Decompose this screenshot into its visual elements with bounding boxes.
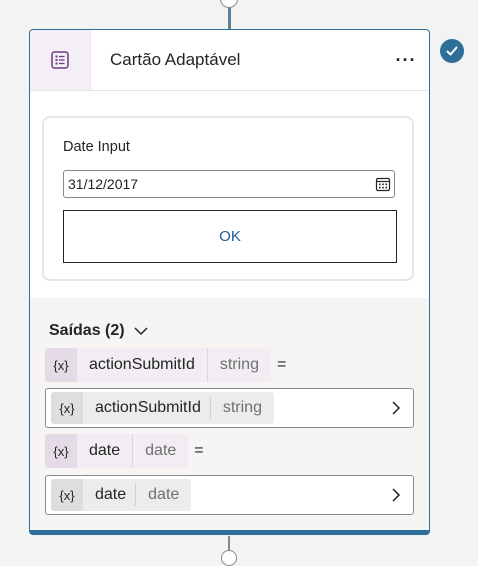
value-name: date <box>95 486 127 503</box>
adaptive-card-node[interactable]: Cartão Adaptável ··· Date Input 31/12/20… <box>29 29 430 535</box>
variable-icon: {x} <box>45 348 77 382</box>
variable-icon: {x} <box>45 434 77 468</box>
variable-type: date <box>132 434 189 468</box>
chevron-right-icon[interactable] <box>389 487 403 503</box>
connector-bottom-handle[interactable] <box>221 550 237 566</box>
variable-value-picker[interactable]: {x} date date <box>45 475 414 515</box>
node-type-icon-box <box>30 30 91 90</box>
check-icon <box>446 46 458 56</box>
value-name: actionSubmitId <box>95 399 201 416</box>
value-type: string <box>209 397 274 419</box>
variable-icon: {x} <box>51 392 83 424</box>
more-options-button[interactable]: ··· <box>392 46 420 74</box>
value-type: date <box>135 484 191 506</box>
outputs-section: Saídas (2) {x} actionSubmitId string = {… <box>30 298 429 530</box>
output-variable-row: {x} actionSubmitId string = <box>45 348 286 382</box>
ok-button[interactable]: OK <box>63 210 397 263</box>
connector-top-handle[interactable] <box>220 0 238 8</box>
outputs-title: Saídas (2) <box>49 322 125 339</box>
date-input-value: 31/12/2017 <box>68 176 139 192</box>
adaptive-card-preview: Date Input 31/12/2017 OK <box>42 116 414 281</box>
variable-name: actionSubmitId <box>77 348 207 382</box>
more-icon: ··· <box>395 49 417 70</box>
outputs-toggle[interactable]: Saídas (2) <box>49 322 149 340</box>
variable-type: string <box>206 348 271 382</box>
variable-name: date <box>77 434 133 468</box>
variable-value-picker[interactable]: {x} actionSubmitId string <box>45 388 414 428</box>
value-chip: {x} date date <box>51 479 192 511</box>
status-check-badge <box>440 39 464 63</box>
node-header: Cartão Adaptável ··· <box>30 30 429 91</box>
node-title: Cartão Adaptável <box>110 50 241 69</box>
chevron-right-icon[interactable] <box>389 400 403 416</box>
adaptive-card-icon <box>51 51 69 69</box>
variable-icon: {x} <box>51 479 83 511</box>
chevron-down-icon <box>134 327 148 336</box>
date-input-label: Date Input <box>63 139 130 155</box>
output-variable-row: {x} date date = <box>45 434 204 468</box>
date-input-field[interactable]: 31/12/2017 <box>63 170 395 198</box>
equals-sign: = <box>276 356 287 373</box>
calendar-icon[interactable] <box>375 176 391 192</box>
equals-sign: = <box>194 442 204 459</box>
value-chip: {x} actionSubmitId string <box>51 392 274 424</box>
